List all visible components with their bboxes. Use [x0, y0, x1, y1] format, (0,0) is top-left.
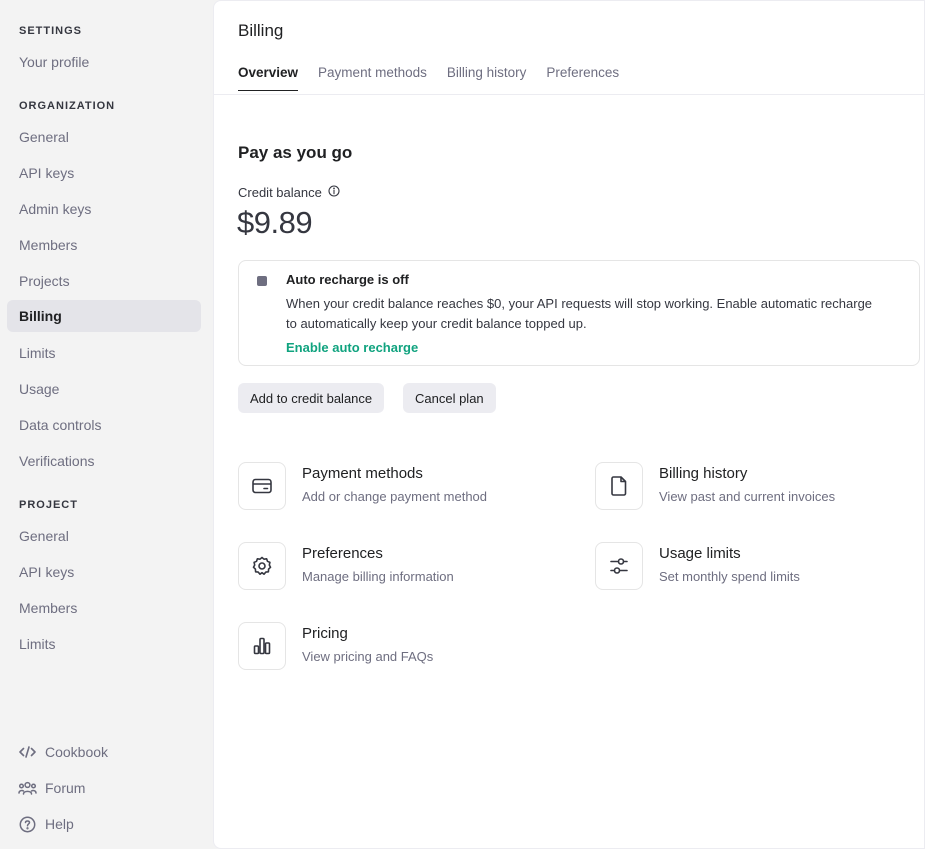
help-label: Help: [45, 816, 74, 832]
enable-auto-recharge-link[interactable]: Enable auto recharge: [286, 340, 418, 355]
page-title: Billing: [238, 21, 284, 40]
preferences-card[interactable]: Preferences Manage billing information: [238, 542, 568, 592]
billing-history-card[interactable]: Billing history View past and current in…: [595, 462, 925, 512]
sidebar-item-billing[interactable]: Billing: [7, 300, 201, 332]
forum-label: Forum: [45, 780, 86, 796]
sidebar-item-admin-keys[interactable]: Admin keys: [7, 193, 201, 225]
credit-balance-label-text: Credit balance: [238, 185, 322, 200]
project-section-title: PROJECT: [19, 499, 78, 511]
sidebar-item-general[interactable]: General: [7, 121, 201, 153]
tab-overview[interactable]: Overview: [238, 65, 299, 91]
tab-billing-history[interactable]: Billing history: [447, 65, 527, 91]
payment-methods-card[interactable]: Payment methods Add or change payment me…: [238, 462, 568, 512]
sidebar-item-api-keys[interactable]: API keys: [7, 157, 201, 189]
sidebar-item-project-api-keys[interactable]: API keys: [7, 556, 201, 588]
bar-chart-icon: [238, 622, 286, 670]
sliders-icon: [595, 542, 643, 590]
preferences-subtitle: Manage billing information: [302, 569, 454, 584]
info-icon[interactable]: [328, 185, 340, 200]
sidebar-item-projects[interactable]: Projects: [7, 265, 201, 297]
sidebar-item-usage[interactable]: Usage: [7, 373, 201, 405]
pricing-title: Pricing: [302, 625, 348, 642]
pricing-card[interactable]: Pricing View pricing and FAQs: [238, 622, 568, 672]
billing-tabs: Overview Payment methods Billing history…: [238, 65, 619, 91]
help-link[interactable]: Help: [18, 812, 74, 836]
gear-icon: [238, 542, 286, 590]
sidebar-item-your-profile[interactable]: Your profile: [7, 46, 201, 78]
sidebar-item-data-controls[interactable]: Data controls: [7, 409, 201, 441]
tabs-divider: [214, 94, 924, 95]
forum-link[interactable]: Forum: [18, 776, 85, 800]
usage-limits-title: Usage limits: [659, 545, 741, 562]
usage-limits-card[interactable]: Usage limits Set monthly spend limits: [595, 542, 925, 592]
recharge-status-icon: [257, 276, 267, 286]
auto-recharge-title: Auto recharge is off: [286, 272, 409, 287]
auto-recharge-notice: Auto recharge is off When your credit ba…: [238, 260, 920, 366]
tab-preferences[interactable]: Preferences: [546, 65, 619, 91]
sidebar-item-members[interactable]: Members: [7, 229, 201, 261]
people-icon: [18, 779, 37, 798]
billing-history-title: Billing history: [659, 465, 748, 482]
organization-section-title: ORGANIZATION: [19, 100, 116, 112]
sidebar-item-project-limits[interactable]: Limits: [7, 628, 201, 660]
payment-methods-subtitle: Add or change payment method: [302, 489, 488, 504]
code-icon: [18, 743, 37, 762]
document-icon: [595, 462, 643, 510]
help-icon: [18, 815, 37, 834]
sidebar-item-limits[interactable]: Limits: [7, 337, 201, 369]
settings-section-title: SETTINGS: [19, 25, 83, 37]
section-title: Pay as you go: [238, 143, 353, 162]
credit-balance-amount: $9.89: [237, 205, 313, 240]
credit-balance-label: Credit balance: [238, 185, 340, 200]
sidebar-item-project-general[interactable]: General: [7, 520, 201, 552]
billing-history-subtitle: View past and current invoices: [659, 489, 836, 504]
cookbook-link[interactable]: Cookbook: [18, 740, 108, 764]
add-to-credit-balance-button[interactable]: Add to credit balance: [238, 383, 385, 413]
main-panel: Billing Overview Payment methods Billing…: [213, 0, 925, 849]
usage-limits-subtitle: Set monthly spend limits: [659, 569, 800, 584]
sidebar-item-project-members[interactable]: Members: [7, 592, 201, 624]
credit-card-icon: [238, 462, 286, 510]
sidebar: SETTINGS Your profile ORGANIZATION Gener…: [0, 0, 213, 849]
pricing-subtitle: View pricing and FAQs: [302, 649, 434, 664]
cookbook-label: Cookbook: [45, 744, 109, 760]
auto-recharge-description: When your credit balance reaches $0, you…: [286, 296, 873, 331]
preferences-title: Preferences: [302, 545, 383, 562]
payment-methods-title: Payment methods: [302, 465, 423, 482]
cancel-plan-button[interactable]: Cancel plan: [403, 383, 496, 413]
tab-payment-methods[interactable]: Payment methods: [318, 65, 427, 91]
sidebar-item-verifications[interactable]: Verifications: [7, 445, 201, 477]
